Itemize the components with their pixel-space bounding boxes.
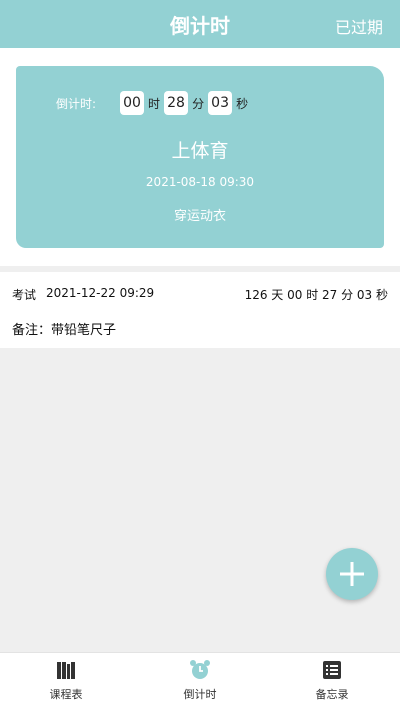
bottom-tab-bar: 课程表 倒计时 备忘录	[0, 652, 400, 711]
memo-icon	[323, 661, 341, 679]
countdown-label: 倒计时:	[56, 96, 97, 111]
minutes-box: 28	[164, 91, 189, 115]
tab-label-countdown: 倒计时	[183, 688, 217, 701]
item-type: 考试	[12, 288, 37, 302]
minutes-unit: 分	[192, 96, 205, 111]
event-time: 2021-08-18 09:30	[145, 175, 255, 189]
expired-button[interactable]: 已过期	[335, 14, 383, 38]
plus-icon	[340, 562, 364, 586]
tab-countdown[interactable]: 倒计时	[160, 659, 240, 702]
event-title: 上体育	[171, 140, 229, 162]
alarm-clock-icon	[190, 660, 210, 679]
item-note: 备注：带铅笔尺子	[12, 323, 117, 338]
item-remaining: 126 天 00 时 27 分 03 秒	[244, 288, 388, 302]
item-datetime: 2021-12-22 09:29	[46, 286, 155, 300]
seconds-box: 03	[208, 91, 233, 115]
add-button[interactable]	[326, 548, 378, 600]
list-item[interactable]: 考试 2021-12-22 09:29 126 天 00 时 27 分 03 秒…	[0, 272, 400, 348]
hours-box: 00	[120, 91, 145, 115]
hours-unit: 时	[148, 96, 161, 111]
item-header-row: 考试 2021-12-22 09:29 126 天 00 时 27 分 03 秒	[12, 286, 388, 303]
tab-label-timetable: 课程表	[49, 688, 83, 701]
tab-timetable[interactable]: 课程表	[26, 659, 106, 702]
tab-label-memo: 备忘录	[315, 688, 349, 701]
countdown-row: 倒计时: 00 时 28 分 03 秒	[56, 90, 252, 116]
countdown-card[interactable]: 倒计时: 00 时 28 分 03 秒 上体育 2021-08-18 09:30…	[16, 66, 384, 248]
app-header: 倒计时 已过期	[0, 0, 400, 48]
event-note: 穿运动衣	[173, 209, 226, 224]
timetable-icon	[57, 662, 75, 679]
tab-memo[interactable]: 备忘录	[292, 659, 372, 702]
seconds-unit: 秒	[236, 96, 249, 111]
